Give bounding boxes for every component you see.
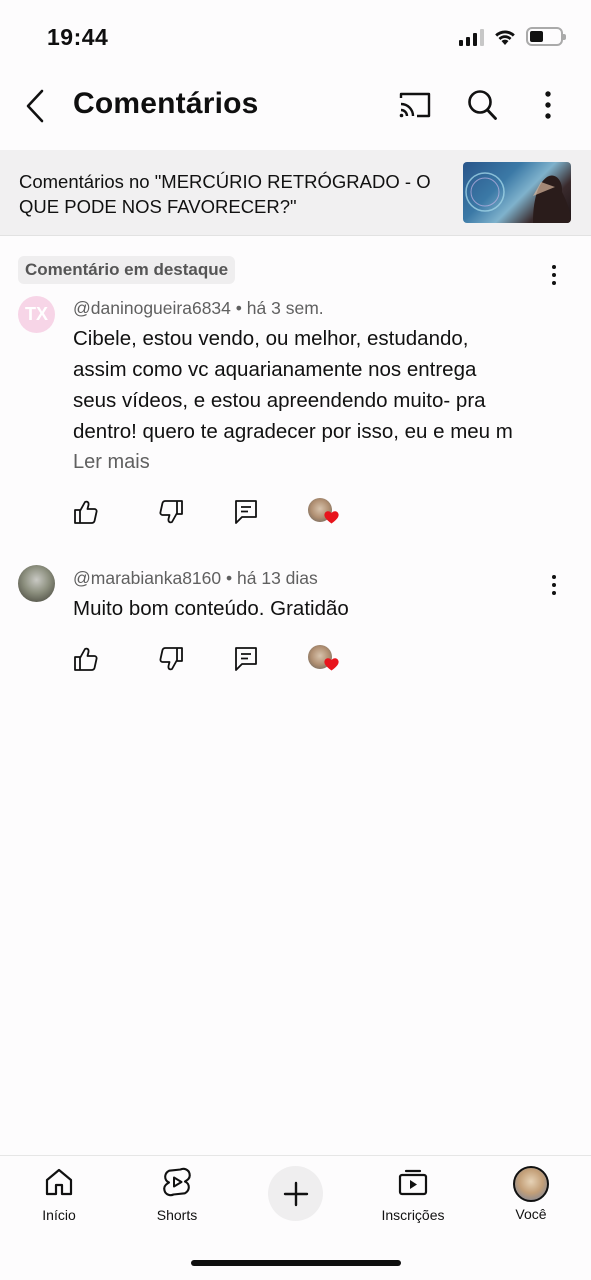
creator-heart-badge xyxy=(308,498,340,528)
battery-icon xyxy=(526,27,566,46)
profile-avatar xyxy=(513,1166,549,1202)
like-icon[interactable] xyxy=(73,646,99,672)
nav-subscriptions[interactable]: Inscrições xyxy=(368,1166,458,1223)
page-title: Comentários xyxy=(73,87,259,120)
shorts-icon xyxy=(163,1167,191,1197)
nav-you[interactable]: Você xyxy=(486,1166,576,1222)
dislike-icon[interactable] xyxy=(158,646,184,672)
dislike-icon[interactable] xyxy=(158,499,184,525)
comment-line: Muito bom conteúdo. Gratidão xyxy=(73,597,349,620)
comment-line: Cibele, estou vendo, ou melhor, estudand… xyxy=(73,327,469,350)
comment-text: Cibele, estou vendo, ou melhor, estudand… xyxy=(73,323,553,447)
comment-meta: @marabianka8160 • há 13 dias xyxy=(73,568,318,589)
video-context-banner[interactable]: Comentários no "MERCÚRIO RETRÓGRADO - O … xyxy=(0,150,591,236)
comment-line: assim como vc aquarianamente nos entrega xyxy=(73,358,477,381)
nav-home[interactable]: Início xyxy=(14,1166,104,1223)
reply-icon[interactable] xyxy=(234,499,258,525)
heart-icon xyxy=(324,511,339,524)
home-icon xyxy=(45,1168,73,1196)
nav-shorts-label: Shorts xyxy=(156,1207,198,1223)
meta-separator: • xyxy=(235,298,242,318)
status-time: 19:44 xyxy=(47,24,109,50)
status-bar: 19:44 xyxy=(0,0,591,75)
avatar[interactable] xyxy=(18,565,55,602)
nav-home-label: Início xyxy=(42,1207,76,1223)
comment-time: há 3 sem. xyxy=(246,298,324,318)
comment-line: dentro! quero te agradecer por isso, eu … xyxy=(73,420,513,443)
more-options-icon[interactable] xyxy=(535,89,561,121)
comment-meta: @daninogueira6834 • há 3 sem. xyxy=(73,298,324,319)
create-button[interactable] xyxy=(268,1166,323,1221)
nav-subscriptions-label: Inscrições xyxy=(381,1207,445,1223)
comment-more-icon[interactable] xyxy=(545,263,563,287)
header: Comentários xyxy=(0,75,591,137)
plus-icon xyxy=(283,1181,308,1206)
reply-icon[interactable] xyxy=(234,646,258,672)
video-thumbnail-image xyxy=(465,172,571,223)
comment-author[interactable]: @marabianka8160 xyxy=(73,568,221,588)
like-icon[interactable] xyxy=(73,499,99,525)
comment-author[interactable]: @daninogueira6834 xyxy=(73,298,231,318)
meta-separator: • xyxy=(226,568,233,588)
avatar[interactable]: TX xyxy=(18,296,55,333)
status-icons xyxy=(459,27,566,46)
video-context-text: Comentários no "MERCÚRIO RETRÓGRADO - O … xyxy=(19,171,431,217)
creator-heart-badge xyxy=(308,645,340,675)
read-more-link[interactable]: Ler mais xyxy=(73,451,150,474)
comment-time: há 13 dias xyxy=(237,568,318,588)
nav-you-label: Você xyxy=(515,1206,547,1222)
search-icon[interactable] xyxy=(466,88,498,122)
heart-icon xyxy=(324,658,339,671)
video-thumbnail[interactable] xyxy=(463,162,571,223)
cellular-signal-icon xyxy=(459,28,484,46)
back-arrow-icon[interactable] xyxy=(22,87,52,125)
comment-line: seus vídeos, e estou apreendendo muito- … xyxy=(73,389,486,412)
subscriptions-icon xyxy=(398,1169,428,1196)
nav-shorts[interactable]: Shorts xyxy=(132,1166,222,1223)
wifi-icon xyxy=(495,29,515,45)
comment-text: Muito bom conteúdo. Gratidão xyxy=(73,593,553,624)
cast-icon[interactable] xyxy=(398,90,432,120)
pinned-comment-badge: Comentário em destaque xyxy=(18,256,236,284)
home-indicator xyxy=(191,1260,401,1266)
